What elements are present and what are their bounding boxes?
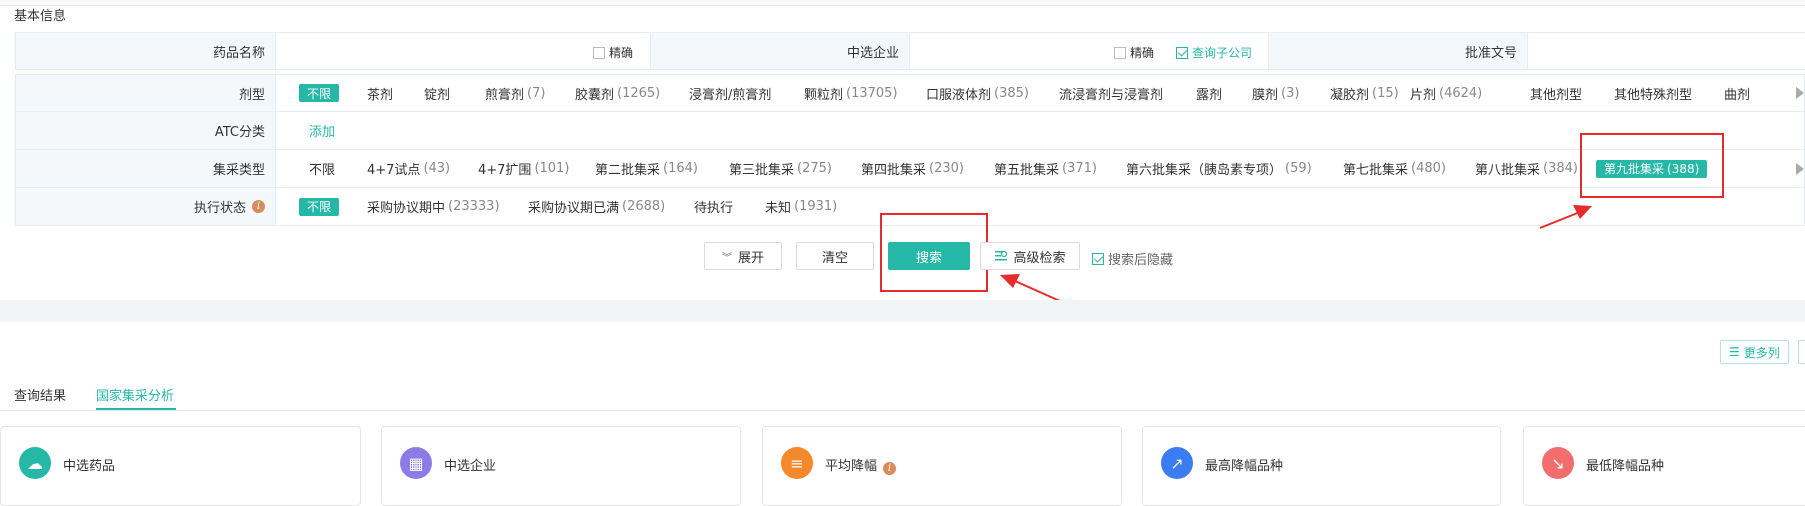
tab-divider [0,410,1805,411]
card-highest-reduction[interactable]: ↗ 最高降幅品种 [1142,426,1501,506]
arrow-up-right-icon: ↗ [1161,447,1193,479]
card-label: 中选药品 [63,459,116,474]
pill-cloud-icon: ☁ [19,447,51,479]
sort-down-icon: ≡ [781,447,813,479]
building-icon: ▦ [400,447,432,479]
card-selected-companies[interactable]: ▦ 中选企业 [381,426,741,506]
card-label: 最高降幅品种 [1205,459,1284,474]
tab-query-results[interactable]: 查询结果 [14,385,66,404]
section-divider [0,300,1805,322]
active-tab-indicator [96,408,176,410]
card-label-wrap: 平均降幅 i [825,455,897,475]
card-label: 平均降幅 [825,459,878,474]
card-label: 中选企业 [444,459,497,474]
arrow-down-right-icon: ↘ [1542,447,1574,479]
annotation-arrows [1000,205,1592,319]
card-selected-drugs[interactable]: ☁ 中选药品 [0,426,361,506]
card-label: 最低降幅品种 [1586,459,1665,474]
card-average-reduction[interactable]: ≡ 平均降幅 i [762,426,1122,506]
info-icon[interactable]: i [883,462,897,475]
list-icon: ☰ [1729,345,1740,359]
toolbar-edge-button[interactable] [1798,340,1805,364]
tab-national-procurement-analysis[interactable]: 国家集采分析 [96,385,174,404]
more-columns-label: 更多列 [1743,345,1780,360]
more-columns-button[interactable]: ☰ 更多列 [1720,340,1789,364]
card-lowest-reduction[interactable]: ↘ 最低降幅品种 [1523,426,1805,506]
